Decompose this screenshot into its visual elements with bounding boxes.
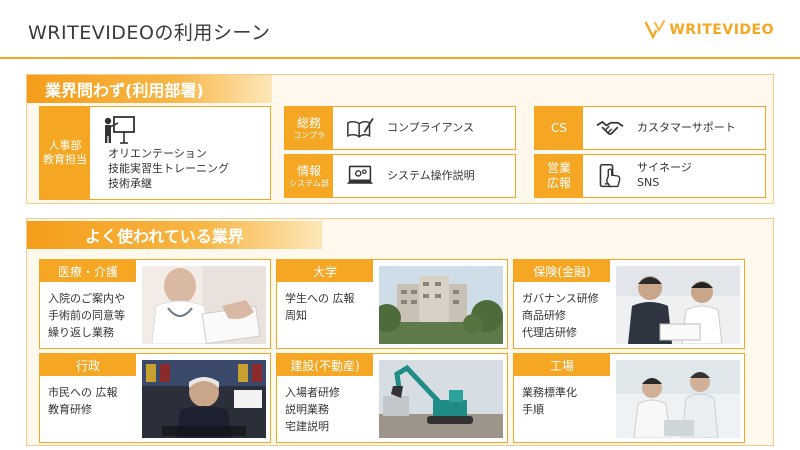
industry-label: 保険(金融) <box>514 260 610 282</box>
logo-text: WRITEVIDEO <box>669 22 774 38</box>
industry-item: 周知 <box>285 309 307 323</box>
dept-info-card: 情報 システム部 システム操作説明 <box>284 154 516 198</box>
dept-item: SNS <box>637 176 660 189</box>
dept-sales-card: 営業 広報 サイネージ SNS <box>534 154 766 198</box>
page-title: WRITEVIDEOの利用シーン <box>28 22 271 44</box>
dept-tag: 人事部 教育担当 <box>40 107 90 199</box>
handshake-icon <box>593 113 627 143</box>
industry-item: 業務標準化 <box>522 386 577 399</box>
industry-label: 大学 <box>277 260 373 282</box>
dept-tag: 総務 コンプラ <box>285 107 333 149</box>
industry-factory-card: 工場 業務標準化 手順 <box>513 353 745 443</box>
dept-item: システム操作説明 <box>387 168 475 182</box>
business-meeting-photo <box>616 266 740 344</box>
dept-hr-card: 人事部 教育担当 オリエンテーション 技能実習生トレーニング 技術承継 <box>39 106 271 200</box>
book-pen-icon <box>343 113 377 143</box>
dept-tag-line2: 教育担当 <box>43 153 87 166</box>
dept-tag-line1: 情報 <box>296 163 321 178</box>
industry-label: 建設(不動産) <box>277 354 373 376</box>
dept-tag-line1: CS <box>551 120 567 135</box>
dept-item: サイネージ <box>637 161 692 175</box>
university-campus-photo <box>379 266 503 344</box>
medical-consultation-photo <box>142 266 266 344</box>
factory-workers-photo <box>616 360 740 438</box>
industry-item: 入院のご案内や <box>48 292 125 305</box>
industry-item: 市民への 広報 <box>48 386 118 399</box>
industries-panel: よく使われている業界 医療・介護 入院のご案内や 手術前の同意等 繰り返し業務 … <box>26 218 774 446</box>
industry-item: 手術前の同意等 <box>48 309 125 323</box>
government-announcement-photo <box>142 360 266 438</box>
industry-label: 行政 <box>40 354 136 376</box>
industry-item: 入場者研修 <box>285 386 340 399</box>
industry-item: 手順 <box>522 403 544 417</box>
dept-item: オリエンテーション <box>108 147 207 160</box>
dept-tag-line1: 人事部 <box>48 139 82 153</box>
industry-item: 学生への 広報 <box>285 292 355 305</box>
brand-logo: WRITEVIDEO <box>644 20 774 40</box>
departments-panel: 業界問わず(利用部署) 人事部 教育担当 オリエンテーション 技能実習生トレーニ… <box>26 74 774 204</box>
industries-heading: よく使われている業界 <box>27 221 322 249</box>
dept-tag-line2: システム部 <box>289 178 329 188</box>
header-divider <box>0 57 800 59</box>
departments-heading: 業界問わず(利用部署) <box>27 75 272 103</box>
logo-mark-icon <box>645 20 666 40</box>
industry-item: ガバナンス研修 <box>522 292 599 305</box>
dept-tag-line1: 総務 <box>296 115 321 130</box>
industry-item: 教育研修 <box>48 403 92 417</box>
industry-item: 商品研修 <box>522 309 566 323</box>
industry-insurance-card: 保険(金融) ガバナンス研修 商品研修 代理店研修 <box>513 259 745 349</box>
dept-item: カスタマーサポート <box>637 120 736 134</box>
industry-government-card: 行政 市民への 広報 教育研修 <box>39 353 271 443</box>
dept-tag: 情報 システム部 <box>285 155 333 197</box>
industry-medical-card: 医療・介護 入院のご案内や 手術前の同意等 繰り返し業務 <box>39 259 271 349</box>
dept-item: コンプライアンス <box>387 120 475 134</box>
laptop-gear-icon <box>343 161 377 191</box>
dept-cs-card: CS カスタマーサポート <box>534 106 766 150</box>
industry-item: 説明業務 <box>285 403 329 417</box>
industry-university-card: 大学 学生への 広報 周知 <box>276 259 508 349</box>
dept-item: 技能実習生トレーニング <box>108 161 229 175</box>
dept-tag-line2: 広報 <box>546 176 571 190</box>
excavator-photo <box>379 360 503 438</box>
phone-touch-icon <box>593 161 627 191</box>
industry-construction-card: 建設(不動産) 入場者研修 説明業務 宅建説明 <box>276 353 508 443</box>
presentation-icon <box>102 115 136 145</box>
industry-item: 繰り返し業務 <box>48 326 114 340</box>
dept-tag: 営業 広報 <box>535 155 583 197</box>
dept-tag: CS <box>535 107 583 149</box>
dept-general-card: 総務 コンプラ コンプライアンス <box>284 106 516 150</box>
industry-item: 宅建説明 <box>285 420 329 434</box>
dept-tag-line2: コンプラ <box>293 130 325 140</box>
dept-tag-line1: 営業 <box>546 161 571 175</box>
industry-label: 医療・介護 <box>40 260 136 282</box>
industry-label: 工場 <box>514 354 610 376</box>
industry-item: 代理店研修 <box>522 326 577 340</box>
dept-item: 技術承継 <box>108 176 152 190</box>
